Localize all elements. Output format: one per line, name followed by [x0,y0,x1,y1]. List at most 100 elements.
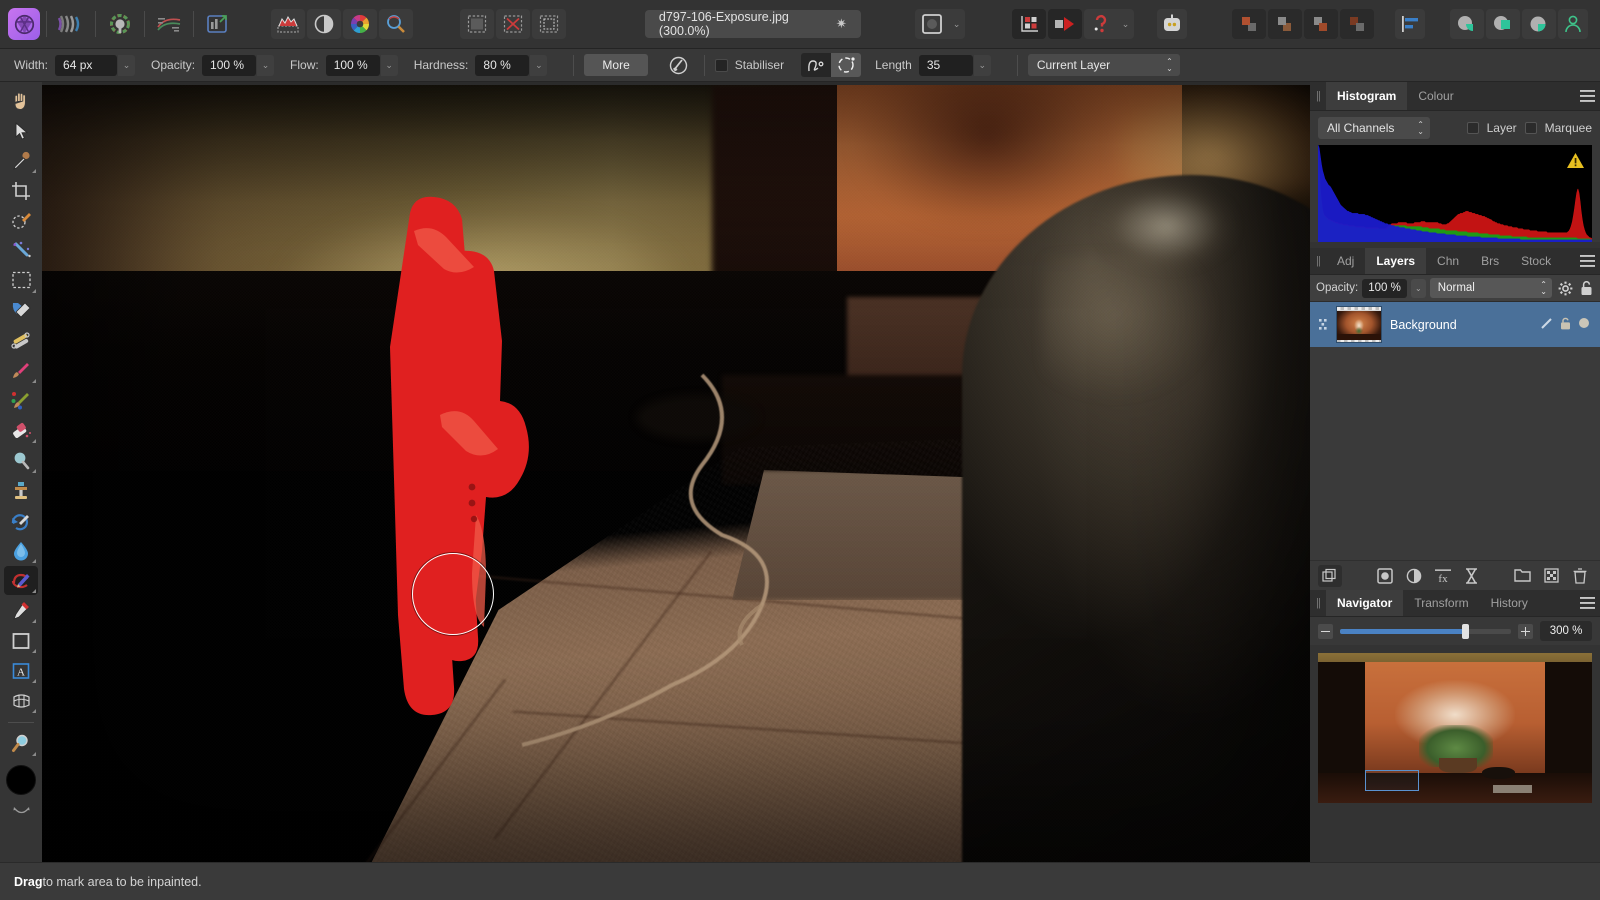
intersect-geometry-icon[interactable] [1521,9,1556,39]
swap-colours-icon[interactable] [13,806,30,817]
move-to-front-icon[interactable] [1231,9,1266,39]
gradient-tool[interactable] [4,326,38,355]
snapping-icon[interactable] [1011,9,1046,39]
opacity-dropdown-caret-icon[interactable]: ⌄ [257,54,275,76]
inpainting-brush-tool[interactable] [4,566,38,595]
table-row[interactable]: Background [1310,302,1600,347]
layer-opacity-input[interactable]: 100 % [1362,278,1407,298]
width-input[interactable]: 64 px [55,54,118,76]
artistic-text-tool[interactable]: A [4,656,38,685]
layer-drag-handle-icon[interactable] [1318,319,1328,330]
help-icon[interactable] [1083,9,1118,39]
tab-layers[interactable]: Layers [1365,248,1427,274]
layers-panel-menu-icon[interactable] [1574,248,1600,274]
add-adjustment-button[interactable] [1402,565,1426,587]
colour-picker-tool[interactable] [4,146,38,175]
edit-icon[interactable] [1540,317,1553,333]
deselect-icon[interactable] [496,9,531,39]
image-canvas[interactable] [42,85,1310,862]
hardness-dropdown-caret-icon[interactable]: ⌄ [530,54,548,76]
add-group-button[interactable] [1511,565,1535,587]
zoom-slider-handle[interactable] [1462,623,1470,639]
tab-transform[interactable]: Transform [1403,590,1479,616]
flow-input[interactable]: 100 % [325,54,380,76]
develop-persona-icon[interactable] [103,9,137,39]
zoom-value[interactable]: 300 % [1540,621,1592,641]
paint-bucket-tool[interactable] [4,296,38,325]
flood-select-tool[interactable] [4,236,38,265]
move-backward-icon[interactable] [1303,9,1338,39]
histogram-chart[interactable] [1318,145,1592,242]
minus-icon[interactable] [1318,623,1333,639]
colour-replacement-tool[interactable] [4,386,38,415]
length-dropdown-caret-icon[interactable]: ⌄ [973,54,991,76]
levels-icon[interactable] [270,9,305,39]
mask-dropdown-caret-icon[interactable]: ⌄ [948,9,965,39]
lock-icon[interactable] [1578,280,1594,296]
affinity-logo-icon[interactable] [8,8,40,40]
tab-adjustments[interactable]: Adj [1326,248,1365,274]
add-effects-button[interactable] [1459,565,1483,587]
crop-tool[interactable] [4,176,38,205]
channel-select[interactable]: All Channels ⌃ ⌄ [1318,117,1430,139]
stabiliser-checkbox[interactable] [714,58,728,72]
tab-history[interactable]: History [1480,590,1539,616]
view-tool[interactable] [4,86,38,115]
pen-tool[interactable] [4,596,38,625]
help-dropdown-caret-icon[interactable]: ⌄ [1117,9,1134,39]
panel-grip-icon[interactable]: || [1310,590,1326,616]
tab-colour[interactable]: Colour [1407,82,1464,110]
liquify-persona-icon[interactable] [54,9,88,39]
gear-icon[interactable] [1556,281,1574,296]
invert-selection-icon[interactable] [532,9,567,39]
marquee-checkbox[interactable] [1524,122,1537,134]
document-tab[interactable]: d797-106-Exposure.jpg (300.0%) ✷ [644,10,861,38]
rope-mode-icon[interactable] [801,53,832,77]
add-geometry-icon[interactable] [1449,9,1484,39]
layer-opacity-caret-icon[interactable]: ⌄ [1410,278,1426,298]
histogram-panel-menu-icon[interactable] [1574,82,1600,110]
plus-icon[interactable] [1518,623,1533,639]
visibility-dot-icon[interactable] [1578,317,1590,332]
tab-navigator[interactable]: Navigator [1326,590,1404,616]
navigator-preview[interactable] [1318,653,1592,803]
export-persona-icon[interactable] [201,9,235,39]
move-to-back-icon[interactable] [1339,9,1374,39]
add-pixel-layer-button[interactable] [1540,565,1564,587]
mesh-warp-tool[interactable] [4,686,38,715]
warning-triangle-icon[interactable] [1567,153,1584,168]
layer-thumbnail[interactable] [1336,306,1382,343]
width-dropdown-caret-icon[interactable]: ⌄ [118,54,136,76]
clone-brush-tool[interactable] [4,476,38,505]
zoom-slider[interactable] [1340,623,1511,639]
account-icon[interactable] [1557,9,1588,39]
assistant-icon[interactable] [1047,9,1082,39]
lock-icon[interactable] [1560,317,1571,333]
rectangle-tool[interactable] [4,626,38,655]
zoom-tool[interactable] [4,729,38,758]
align-icon[interactable] [1395,9,1426,39]
refine-selection-icon[interactable] [460,9,495,39]
add-live-filter-button[interactable]: fx [1431,565,1455,587]
blend-mode-select[interactable]: Normal ⌃ ⌄ [1429,278,1552,298]
panel-grip-icon[interactable]: || [1310,82,1326,110]
tab-stock[interactable]: Stock [1510,248,1562,274]
source-select[interactable]: Current Layer ⌃ ⌄ [1027,54,1180,76]
delete-layer-button[interactable] [1568,565,1592,587]
navigator-panel-menu-icon[interactable] [1574,590,1600,616]
paint-brush-tool[interactable] [4,356,38,385]
navigator-viewport-rect[interactable] [1364,770,1420,791]
erase-tool[interactable] [4,416,38,445]
panel-grip-icon[interactable]: || [1310,248,1326,274]
foreground-colour-swatch[interactable] [6,765,36,795]
layer-checkbox[interactable] [1466,122,1479,134]
duplicate-layer-button[interactable] [1318,564,1342,587]
colour-swatches[interactable] [2,765,40,819]
length-input[interactable]: 35 [918,54,973,76]
assistant-bot-icon[interactable] [1157,9,1188,39]
subtract-geometry-icon[interactable] [1485,9,1520,39]
move-forward-icon[interactable] [1267,9,1302,39]
blur-brush-tool[interactable] [4,536,38,565]
window-mode-icon[interactable] [831,53,862,77]
colour-wheel-icon[interactable] [342,9,377,39]
